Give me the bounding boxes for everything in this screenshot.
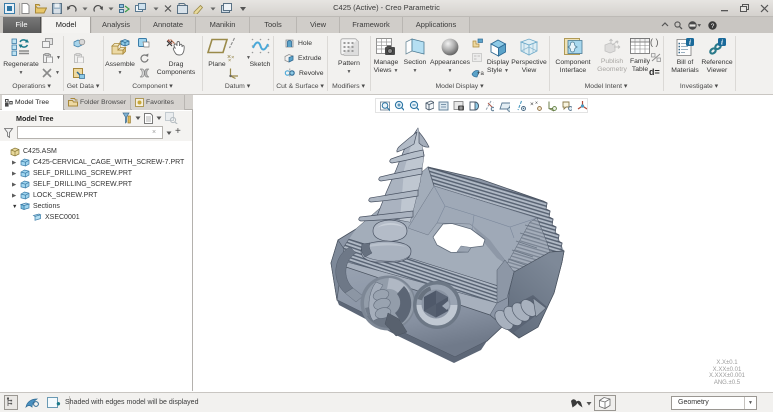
svg-text:?: ?: [711, 22, 715, 29]
svg-text:i: i: [689, 39, 691, 47]
svg-text:×: ×: [228, 58, 231, 62]
svg-text:i: i: [721, 39, 723, 47]
